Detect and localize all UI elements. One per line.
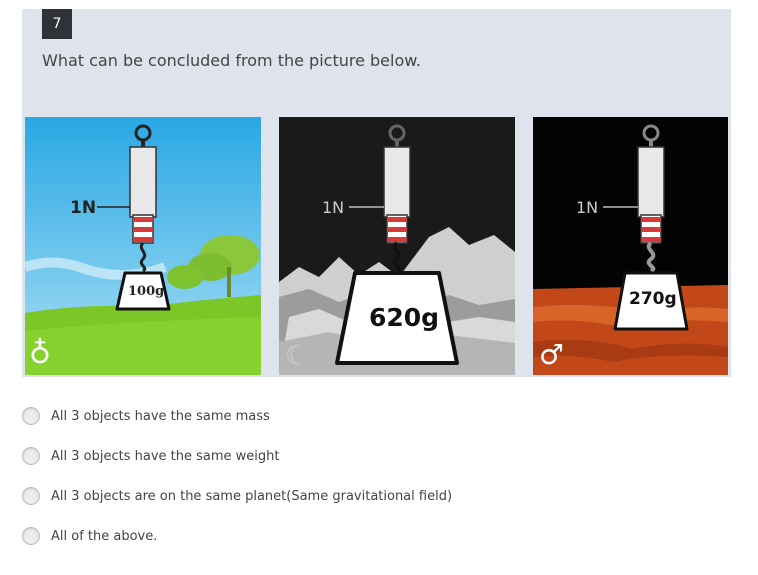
force-label: 1N xyxy=(70,198,97,218)
mars-panel: 1N 270g ♂ xyxy=(533,117,728,375)
question-text: What can be concluded from the picture b… xyxy=(42,51,421,70)
answer-label: All of the above. xyxy=(51,528,158,544)
earth-panel: 1N 100g ♁ xyxy=(25,117,261,375)
mass-label: 100g xyxy=(128,284,165,299)
answer-option[interactable]: All of the above. xyxy=(22,516,452,556)
radio-button[interactable] xyxy=(22,407,40,425)
mass-label: 270g xyxy=(629,289,677,309)
radio-button[interactable] xyxy=(22,527,40,545)
answer-label: All 3 objects have the same mass xyxy=(51,408,270,424)
answer-label: All 3 objects are on the same planet(Sam… xyxy=(51,488,453,504)
radio-button[interactable] xyxy=(22,447,40,465)
answer-option[interactable]: All 3 objects have the same weight xyxy=(22,436,452,476)
mars-symbol-icon: ♂ xyxy=(539,338,565,371)
radio-button[interactable] xyxy=(22,487,40,505)
answer-options: All 3 objects have the same mass All 3 o… xyxy=(22,396,452,556)
force-label: 1N xyxy=(576,198,599,217)
answer-option[interactable]: All 3 objects are on the same planet(Sam… xyxy=(22,476,452,516)
mass-label: 620g xyxy=(369,303,440,332)
answer-option[interactable]: All 3 objects have the same mass xyxy=(22,396,452,436)
moon-symbol-icon: ☾ xyxy=(285,341,309,371)
moon-panel: 1N 620g ☾ xyxy=(279,117,515,375)
force-label: 1N xyxy=(322,198,345,217)
answer-label: All 3 objects have the same weight xyxy=(51,448,280,464)
question-card: 7 What can be concluded from the picture… xyxy=(22,9,731,377)
question-number: 7 xyxy=(42,9,72,39)
earth-symbol-icon: ♁ xyxy=(29,336,51,371)
